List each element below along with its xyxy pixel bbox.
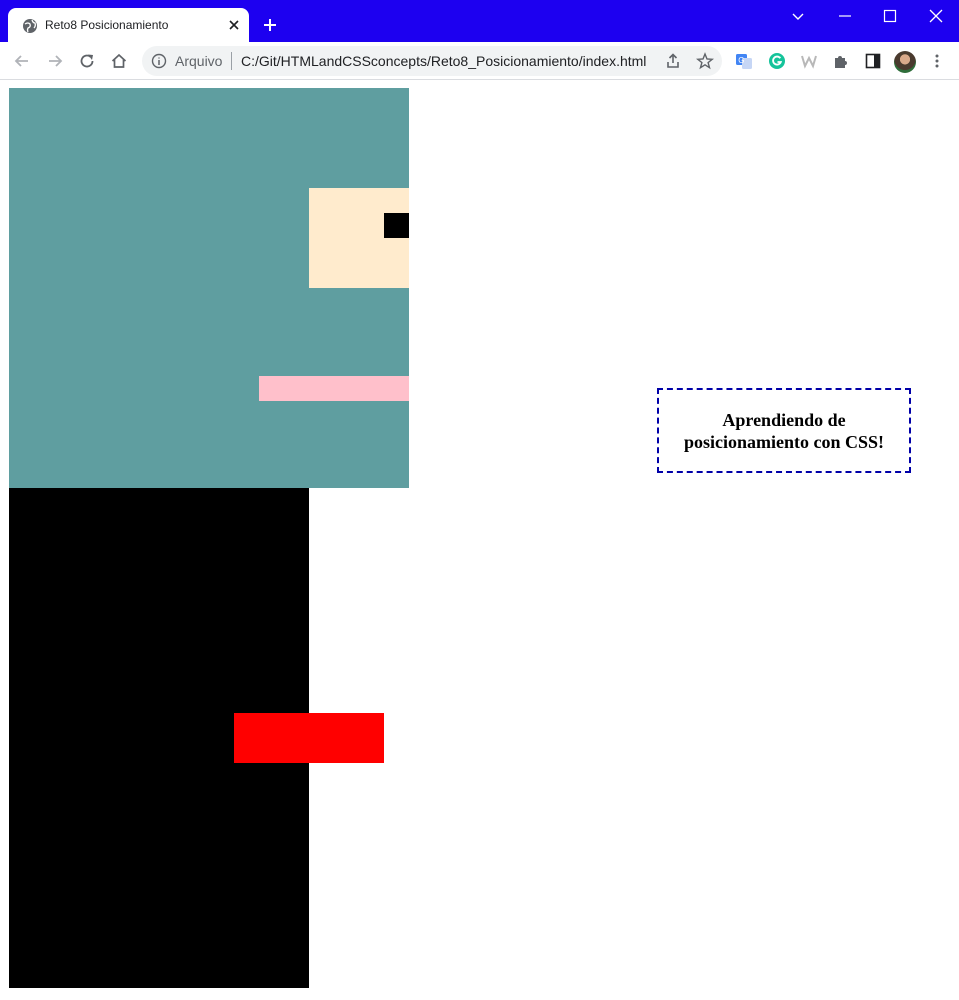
black-box (9, 488, 384, 988)
positioning-note: Aprendiendo de posicionamiento con CSS! (657, 388, 911, 473)
address-divider (231, 52, 232, 70)
address-bar[interactable]: Arquivo C:/Git/HTMLandCSSconcepts/Reto8_… (142, 46, 722, 76)
browser-titlebar: Reto8 Posicionamiento (0, 0, 959, 42)
url-text[interactable]: C:/Git/HTMLandCSSconcepts/Reto8_Posicion… (241, 53, 646, 69)
page-viewport: Aprendiendo de posicionamiento con CSS! (0, 81, 959, 1000)
maximize-icon[interactable] (882, 8, 898, 24)
side-panel-icon[interactable] (864, 52, 882, 70)
share-icon[interactable] (664, 52, 682, 70)
back-icon[interactable] (13, 52, 31, 70)
pink-bar (259, 376, 409, 401)
teal-box (9, 88, 409, 488)
bookmark-star-icon[interactable] (696, 52, 714, 70)
red-bar (234, 713, 384, 763)
black-square (384, 213, 409, 238)
tab-search-icon[interactable] (790, 8, 806, 24)
svg-text:G: G (738, 56, 744, 65)
menu-kebab-icon[interactable] (928, 52, 946, 70)
home-icon[interactable] (110, 52, 128, 70)
file-scheme-label: Arquivo (175, 53, 223, 69)
globe-icon (23, 19, 37, 33)
profile-avatar[interactable] (894, 51, 916, 73)
minimize-icon[interactable] (837, 8, 853, 24)
note-line-2: posicionamiento con CSS! (683, 431, 885, 452)
cream-box (309, 188, 409, 288)
extensions-puzzle-icon[interactable] (832, 52, 850, 70)
translate-extension-icon[interactable]: G (735, 52, 753, 70)
grammarly-icon[interactable] (768, 52, 786, 70)
browser-toolbar: Arquivo C:/Git/HTMLandCSSconcepts/Reto8_… (0, 42, 959, 80)
info-icon[interactable] (151, 53, 167, 69)
browser-tab[interactable]: Reto8 Posicionamiento (8, 8, 249, 42)
reload-icon[interactable] (78, 52, 96, 70)
tab-title: Reto8 Posicionamiento (45, 18, 169, 32)
forward-icon[interactable] (46, 52, 64, 70)
w-extension-icon[interactable] (800, 52, 818, 70)
note-line-1: Aprendiendo de (722, 409, 846, 430)
new-tab-icon[interactable] (262, 17, 278, 33)
close-tab-icon[interactable] (226, 17, 242, 33)
close-window-icon[interactable] (928, 8, 944, 24)
